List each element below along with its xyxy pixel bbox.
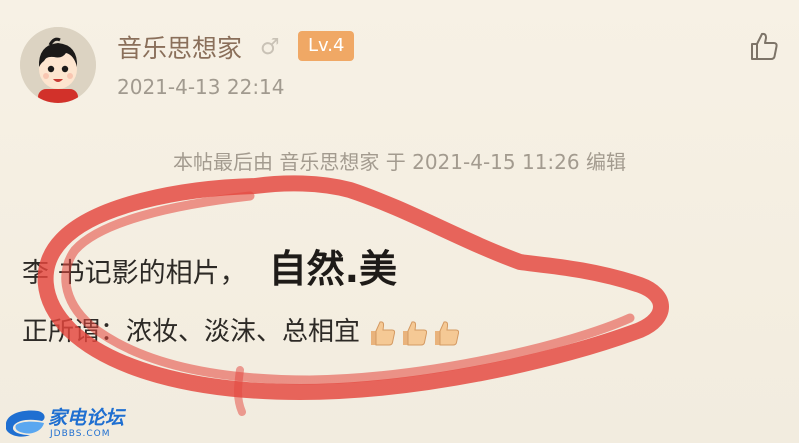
red-annotation-circle xyxy=(37,175,669,416)
watermark-title: 家电论坛 xyxy=(48,407,125,429)
avatar[interactable] xyxy=(20,27,96,103)
edit-notice-text: 本帖最后由 音乐思想家 于 2021-4-15 11:26 编辑 xyxy=(173,150,626,174)
forum-logo-icon xyxy=(6,410,45,437)
edit-notice: 本帖最后由 音乐思想家 于 2021-4-15 11:26 编辑 xyxy=(0,148,799,176)
content-emphasis: 自然.美 xyxy=(268,247,398,291)
cartoon-face-icon xyxy=(20,27,96,103)
male-gender-icon: ♂ xyxy=(260,35,280,60)
content-line-1-text: 李 书记影的相片， xyxy=(22,258,247,289)
thumbs-up-emoji-icon xyxy=(435,321,460,346)
content-line-2-text: 正所谓：浓妆、淡沫、总相宜 xyxy=(22,317,361,347)
content-line-2: 正所谓：浓妆、淡沫、总相宜 xyxy=(22,312,464,353)
thumbs-up-emoji-icon xyxy=(403,321,428,346)
thumbs-up-emoji-group xyxy=(368,313,464,353)
post-view: 音乐思想家 ♂ Lv.4 2021-4-13 22:14 本帖最后由 音乐思想家… xyxy=(0,0,799,443)
watermark-domain: JDBBS.COM xyxy=(50,429,111,439)
thumbs-up-outline-icon xyxy=(751,32,778,60)
thumbs-up-emoji-icon xyxy=(371,321,396,346)
level-badge: Lv.4 xyxy=(298,31,355,61)
author-name[interactable]: 音乐思想家 xyxy=(117,33,242,65)
post-timestamp: 2021-4-13 22:14 xyxy=(117,75,285,99)
like-button[interactable] xyxy=(748,30,780,62)
forum-watermark: 家电论坛 JDBBS.COM xyxy=(2,404,132,442)
content-line-1: 李 书记影的相片， 自然.美 xyxy=(22,244,397,299)
